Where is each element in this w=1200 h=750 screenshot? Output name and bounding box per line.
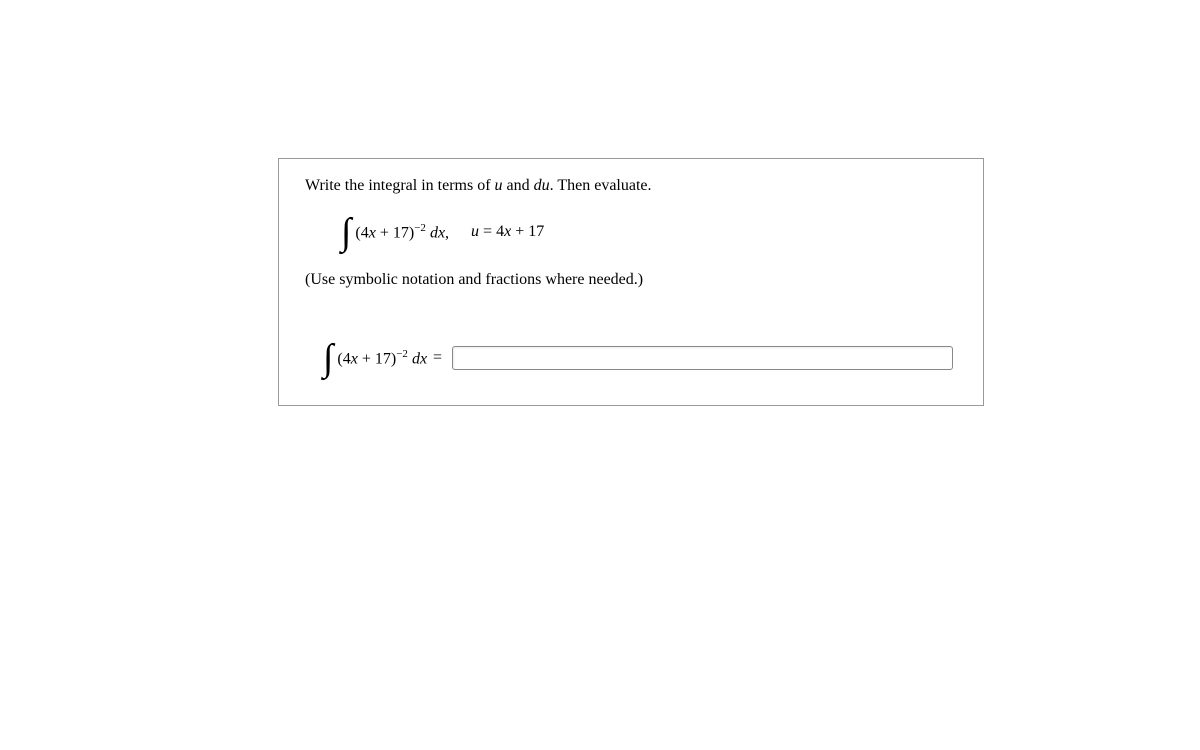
sub-u: u: [471, 223, 479, 240]
ans-paren-close: + 17): [358, 350, 396, 367]
instruction-text: Write the integral in terms of: [305, 177, 495, 194]
answer-integrand: (4x + 17)−2 dx: [337, 348, 427, 368]
paren-close: + 17): [376, 224, 414, 241]
ans-differential-d: d: [412, 350, 420, 367]
problem-instruction: Write the integral in terms of u and du.…: [305, 177, 957, 195]
problem-container: Write the integral in terms of u and du.…: [278, 158, 984, 406]
instruction-text-suffix: . Then evaluate.: [550, 177, 652, 194]
answer-input[interactable]: [452, 346, 953, 370]
integral-expression: ∫ (4x + 17)−2 dx, u = 4x + 17: [341, 213, 957, 251]
comma: ,: [445, 224, 449, 241]
differential-d: d: [430, 224, 438, 241]
ans-exponent: −2: [396, 348, 408, 360]
variable-u: u: [495, 177, 503, 194]
differential-x: x: [438, 224, 445, 241]
ans-var-x: x: [351, 350, 358, 367]
equals-sign: =: [433, 349, 442, 367]
sub-plus: + 17: [511, 223, 544, 240]
substitution-expression: u = 4x + 17: [471, 223, 544, 241]
integral-sign-icon: ∫: [341, 213, 351, 251]
ans-paren-open: (4: [337, 350, 350, 367]
integral-sign-icon: ∫: [323, 339, 333, 377]
variable-du: du: [534, 177, 550, 194]
integrand: (4x + 17)−2 dx,: [355, 222, 449, 242]
exponent: −2: [414, 222, 426, 234]
var-x: x: [369, 224, 376, 241]
answer-row: ∫ (4x + 17)−2 dx =: [323, 339, 957, 377]
notation-note: (Use symbolic notation and fractions whe…: [305, 271, 957, 289]
instruction-text-mid: and: [503, 177, 534, 194]
paren-open: (4: [355, 224, 368, 241]
sub-eq: = 4: [479, 223, 504, 240]
ans-differential-x: x: [420, 350, 427, 367]
